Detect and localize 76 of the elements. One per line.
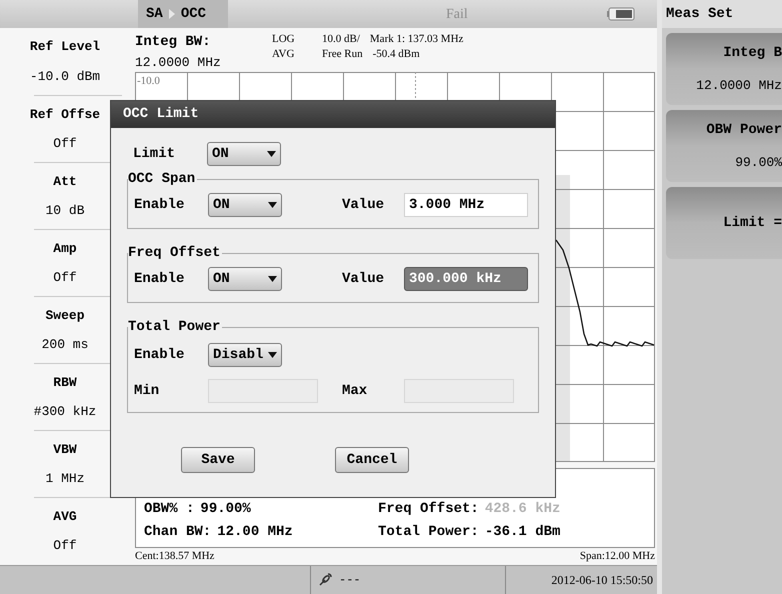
result-value: 428.6 kHz	[484, 500, 560, 519]
result-value: 99.00%	[200, 500, 251, 519]
scale-type: LOG	[272, 32, 296, 47]
dialog-button[interactable]: Save	[181, 447, 255, 473]
softkey-value: -10.0 dBm	[30, 68, 100, 86]
dropdown[interactable]: ON	[208, 267, 282, 291]
softkey-value: Off	[53, 268, 77, 287]
mode-tab[interactable]: SA OCC	[138, 0, 228, 28]
menu-key[interactable]: Limit =	[666, 187, 782, 259]
softkey-label[interactable]: Ref Level	[30, 37, 100, 56]
status-text: Fail	[446, 6, 468, 24]
panel-title: Meas Set	[666, 4, 734, 24]
softkey-value: 200 ms	[42, 336, 88, 354]
field-label: Enable	[134, 196, 186, 214]
softkey-label[interactable]: Sweep	[45, 306, 84, 326]
scale-value: 10.0 dB/	[322, 32, 360, 47]
result-label: Freq Offset:	[378, 500, 479, 519]
menu-key[interactable]: OBW Power 99.00%	[666, 110, 782, 182]
softkey-value: Off	[53, 134, 77, 153]
gps-status: ---	[339, 572, 361, 589]
marker-level: -50.4 dBm	[372, 47, 420, 62]
trigger-mode: Free Run	[322, 47, 363, 62]
breadcrumb-item: SA	[146, 4, 163, 24]
result-label: Total Power:	[378, 523, 479, 542]
dropdown[interactable]: Disabl	[208, 343, 282, 367]
breadcrumb-item: OCC	[180, 4, 206, 24]
softkey-value: Off	[53, 536, 77, 555]
caret-icon	[268, 352, 277, 358]
field-label: Min	[134, 382, 160, 400]
min-field[interactable]	[208, 379, 318, 403]
menu-key-value: 99.00%	[734, 154, 782, 172]
field-label: Max	[342, 382, 368, 400]
menu-key-label: Integ B	[722, 44, 782, 63]
menu-key-label: Limit =	[722, 214, 782, 232]
softkey-value: 1 MHz	[45, 470, 84, 488]
menu-key-label: OBW Power	[705, 120, 782, 140]
integ-bw-label: Integ BW:	[135, 33, 212, 52]
softkey-label[interactable]: Ref Offse	[30, 104, 100, 124]
detector-type: AVG	[272, 47, 296, 62]
caret-icon	[268, 276, 277, 282]
menu-key-value: 12.0000 MHz	[695, 76, 782, 95]
result-label: Chan BW:	[144, 523, 212, 542]
dropdown[interactable]: ON	[208, 193, 282, 217]
dialog-button[interactable]: Cancel	[335, 447, 409, 473]
field-label: Enable	[134, 346, 186, 364]
softkey-value: 10 dB	[45, 202, 84, 220]
center-frequency: Cent:138.57 MHz	[135, 549, 214, 564]
dropdown[interactable]: ON	[207, 142, 281, 166]
chevron-icon	[168, 9, 175, 19]
value-field[interactable]: 3.000 MHz	[404, 193, 528, 217]
caret-icon	[268, 202, 277, 208]
result-value: 12.00 MHz	[217, 523, 293, 542]
field-label: Value	[342, 196, 386, 214]
marker-readout: Mark 1: 137.03 MHz	[370, 32, 464, 47]
battery-icon	[607, 7, 635, 21]
integ-bw-value: 12.0000 MHz	[135, 54, 222, 72]
softkey-label[interactable]: Att	[53, 172, 77, 192]
softkey-label[interactable]: RBW	[53, 372, 77, 392]
ref-level-label: -10.0	[137, 74, 160, 89]
date-time: 2012-06-10 15:50:50	[551, 572, 653, 589]
dialog-title: OCC Limit	[123, 105, 199, 124]
field-label: Enable	[134, 270, 186, 288]
softkey-value: #300 kHz	[34, 402, 96, 421]
satellite-icon	[317, 572, 333, 588]
max-field[interactable]	[404, 379, 514, 403]
field-label: Value	[342, 270, 386, 288]
softkey-label[interactable]: AVG	[53, 506, 77, 526]
field-label: Limit	[133, 144, 176, 164]
softkey-label[interactable]: VBW	[53, 440, 77, 460]
caret-icon	[267, 151, 276, 157]
menu-key[interactable]: Integ B 12.0000 MHz	[666, 33, 782, 105]
value-field[interactable]: 300.000 kHz	[404, 267, 528, 291]
result-value: -36.1 dBm	[484, 523, 560, 542]
result-label: OBW% :	[144, 500, 194, 519]
softkey-label[interactable]: Amp	[53, 238, 77, 258]
span-frequency: Span:12.00 MHz	[580, 549, 655, 564]
